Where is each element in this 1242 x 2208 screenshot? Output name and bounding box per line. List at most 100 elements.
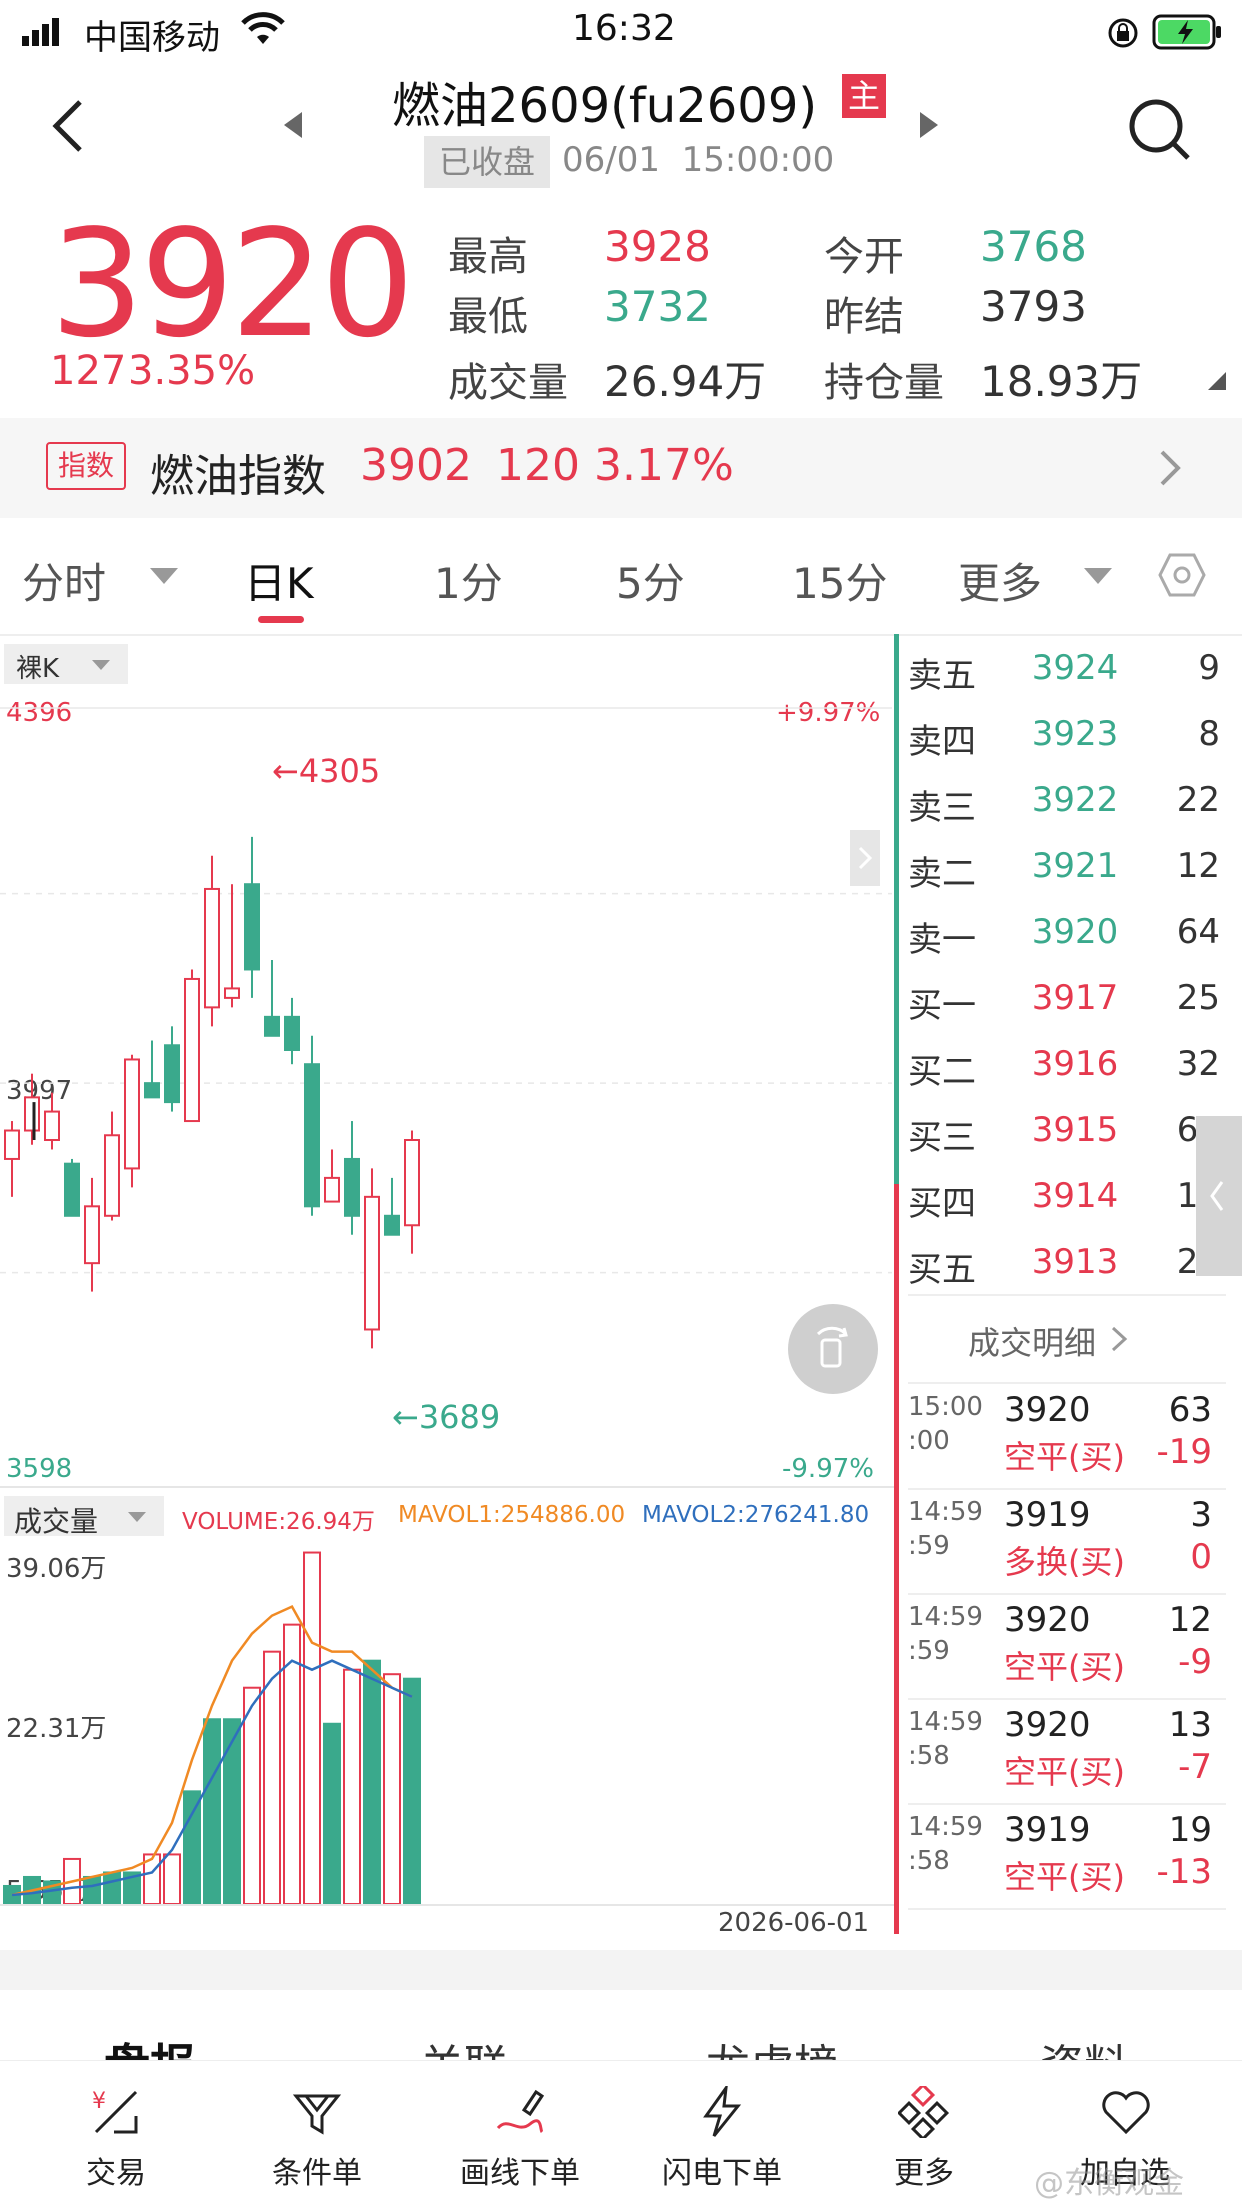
index-change-pct: 3.17% [594, 440, 734, 491]
trade-time-s: :58 [908, 1741, 950, 1771]
volume-bar [103, 1871, 121, 1905]
candle-body [104, 1134, 120, 1217]
trade-time-hm: 14:59 [908, 1602, 983, 1632]
trade-row: 14:59:58 3920 13 空平(买) -7 [908, 1705, 1226, 1805]
nav-more[interactable]: 更多 [894, 2148, 954, 2192]
condition-order-icon[interactable] [292, 2088, 342, 2142]
volume-value: 26.94万 [604, 357, 767, 406]
expand-corner-icon[interactable] [1208, 372, 1226, 394]
open-value: 3768 [980, 222, 1087, 271]
trade-time-s: :59 [908, 1636, 950, 1666]
trade-row: 15:00:00 3920 63 空平(买) -19 [908, 1390, 1226, 1490]
rotate-screen-button[interactable] [788, 1304, 878, 1394]
low-label: 最低 [448, 294, 528, 340]
trade-oi-change: -7 [1178, 1747, 1212, 1787]
orderbook-row[interactable]: 卖二 3921 12 [908, 846, 1226, 902]
orderbook-row[interactable]: 卖四 3923 8 [908, 714, 1226, 770]
orderbook-qty: 25 [1176, 978, 1220, 1018]
chevron-down-icon[interactable] [1084, 568, 1112, 590]
orderbook-row[interactable]: 卖五 3924 9 [908, 648, 1226, 704]
candle-body [344, 1157, 360, 1217]
chevron-right-icon[interactable] [1158, 448, 1182, 492]
orderbook-row[interactable]: 买四391410 [908, 1176, 1226, 1232]
volume-bottom-line [0, 1904, 894, 1906]
back-button[interactable] [44, 96, 94, 156]
orderbook-qty: 22 [1176, 780, 1220, 820]
orderbook-level: 卖五 [908, 656, 976, 696]
orientation-lock-icon [1106, 16, 1140, 54]
next-contract-icon[interactable] [918, 112, 938, 142]
draw-line-order-icon[interactable] [494, 2086, 546, 2142]
orderbook-price: 3922 [1031, 780, 1119, 820]
orderbook-price: 3923 [1031, 714, 1119, 754]
volume-chart[interactable] [0, 1546, 896, 1906]
nav-condition-order[interactable]: 条件单 [272, 2148, 362, 2192]
volume-indicator-select[interactable]: 成交量 [4, 1496, 164, 1538]
settings-hexagon-icon[interactable] [1158, 552, 1206, 602]
tab-15min[interactable]: 15分 [792, 550, 887, 611]
trade-oi-change: 0 [1190, 1537, 1212, 1577]
heart-icon[interactable] [1100, 2088, 1152, 2140]
wifi-icon [240, 12, 286, 50]
orderbook-collapse-tab[interactable] [1196, 1116, 1242, 1276]
volume-bar [183, 1790, 201, 1905]
orderbook-row[interactable]: 买二 3916 32 [908, 1044, 1226, 1100]
trade-type: 空平(买) [1004, 1753, 1125, 1791]
tab-daily-k[interactable]: 日K [244, 550, 314, 611]
prev-settle-label: 昨结 [824, 294, 904, 340]
orderbook-price: 3914 [1031, 1176, 1119, 1216]
trade-type: 空平(买) [1004, 1858, 1125, 1896]
candle-body [304, 1063, 320, 1208]
trade-price: 3920 [1004, 1600, 1091, 1640]
prev-contract-icon[interactable] [284, 112, 304, 142]
orderbook-qty: 32 [1176, 1044, 1220, 1084]
orderbook-row[interactable]: 买五391321 [908, 1242, 1226, 1298]
open-interest-label: 持仓量 [824, 360, 944, 406]
flash-order-icon[interactable] [698, 2082, 746, 2142]
svg-text:¥: ¥ [92, 2089, 106, 2114]
candle-body [284, 1015, 300, 1051]
orderbook-row[interactable]: 买一 3917 25 [908, 978, 1226, 1034]
chevron-down-icon [92, 660, 110, 670]
trades-divider [908, 1294, 1226, 1296]
price-change-pct: 3.35% [128, 348, 256, 394]
tab-more[interactable]: 更多 [958, 550, 1042, 611]
orderbook-row[interactable]: 卖一 3920 64 [908, 912, 1226, 968]
volume-label: 成交量 [448, 360, 568, 406]
nav-draw-line-order[interactable]: 画线下单 [460, 2148, 580, 2192]
more-grid-icon[interactable] [896, 2082, 950, 2142]
orderbook-price: 3916 [1031, 1044, 1119, 1084]
trade-price: 3919 [1004, 1495, 1091, 1535]
volume-bar [83, 1875, 101, 1905]
orderbook-row[interactable]: 买三391566 [908, 1110, 1226, 1166]
trade-type: 空平(买) [1004, 1438, 1125, 1476]
candle-body [184, 977, 200, 1123]
orderbook-row[interactable]: 卖三 3922 22 [908, 780, 1226, 836]
candle-body [164, 1044, 180, 1104]
orderbook-price: 3924 [1031, 648, 1119, 688]
tab-timeshare[interactable]: 分时 [22, 550, 106, 611]
orderbook-level: 卖四 [908, 722, 976, 762]
orderbook-level: 买二 [908, 1052, 976, 1092]
trade-row: 14:59:59 3920 12 空平(买) -9 [908, 1600, 1226, 1700]
trade-qty: 19 [1168, 1810, 1212, 1850]
volume-value-label: VOLUME:26.94万 [182, 1509, 375, 1535]
tab-5min[interactable]: 5分 [616, 550, 685, 611]
tab-1min[interactable]: 1分 [434, 550, 503, 611]
nav-flash-order[interactable]: 闪电下单 [662, 2148, 782, 2192]
nav-trade[interactable]: 交易 [86, 2148, 146, 2192]
trade-details-link[interactable]: 成交明细 [968, 1318, 1129, 1364]
volume-bar [363, 1659, 381, 1906]
volume-divider [0, 1486, 894, 1488]
kline-chart[interactable] [0, 694, 896, 1484]
candle-body [244, 883, 260, 971]
kline-mode-select[interactable]: 裸K [4, 644, 128, 684]
price-change: 127 [50, 348, 127, 394]
expand-panel-button[interactable] [850, 830, 880, 886]
trade-time-hm: 14:59 [908, 1812, 983, 1842]
orderbook-level: 卖二 [908, 854, 976, 894]
mavol1-label: MAVOL1:254886.00 [398, 1502, 626, 1528]
chevron-down-icon[interactable] [150, 568, 178, 590]
trade-icon[interactable]: ¥ [90, 2086, 142, 2142]
search-button[interactable] [1126, 96, 1192, 166]
